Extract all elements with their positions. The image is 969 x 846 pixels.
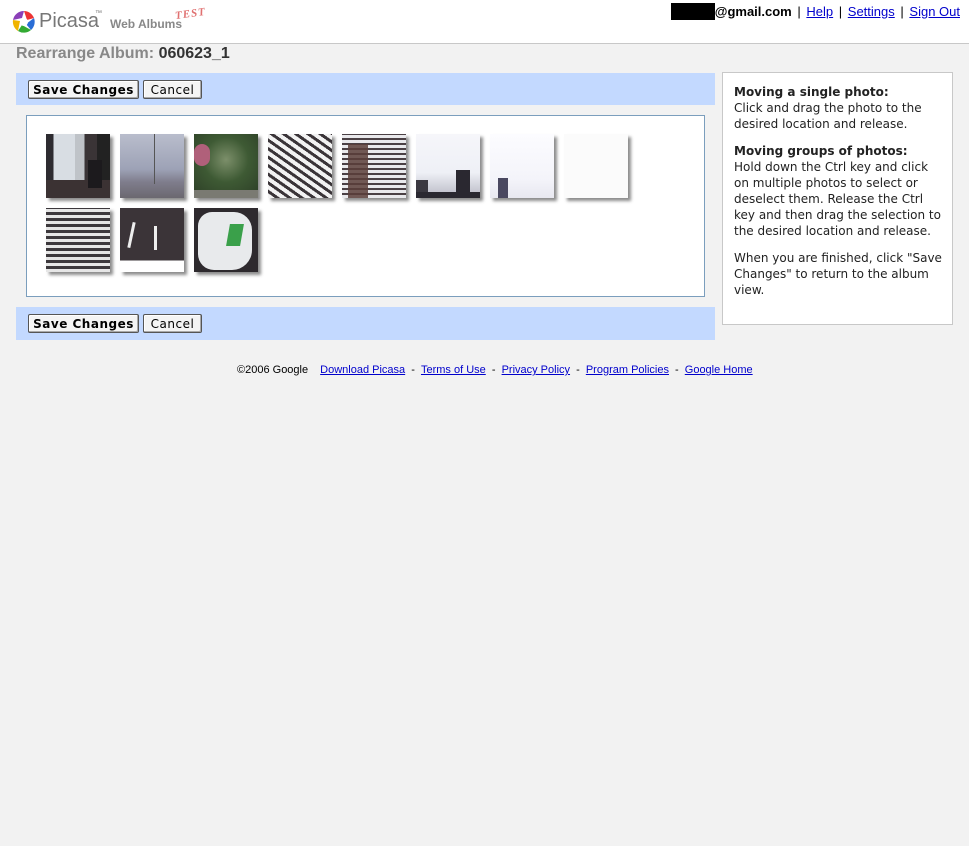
terms-of-use-link[interactable]: Terms of Use [421,364,486,376]
photo-grid [46,134,646,282]
user-links: @gmail.com | Help | Settings | Sign Out [670,3,960,20]
logo-text: Picasa [39,10,100,32]
program-policies-link[interactable]: Program Policies [586,364,669,376]
copyright: ©2006 Google [237,364,309,376]
photo-thumbnail[interactable] [46,208,110,272]
save-changes-button[interactable]: Save Changes [28,80,139,99]
group-photos-heading: Moving groups of photos: [734,144,908,158]
photo-arrangement-area [26,115,705,297]
bottom-toolbar: Save Changes Cancel [16,307,715,340]
save-changes-button[interactable]: Save Changes [28,314,139,333]
page-title-prefix: Rearrange Album: [16,45,155,62]
photo-thumbnail[interactable] [194,208,258,272]
picasa-pinwheel-icon [12,10,35,33]
header-bar: Picasa ™ Web Albums TEST @gmail.com | He… [0,0,969,44]
single-photo-text: Click and drag the photo to the desired … [734,101,922,131]
footer-separator: - [491,364,496,376]
link-separator: | [797,4,801,19]
photo-thumbnail[interactable] [268,134,332,198]
top-toolbar: Save Changes Cancel [16,73,715,105]
user-email: @gmail.com [714,4,792,19]
page-title: Rearrange Album: 060623_1 [16,45,230,63]
photo-thumbnail[interactable] [194,134,258,198]
photo-thumbnail[interactable] [120,134,184,198]
test-badge: TEST [174,5,207,23]
footer-separator: - [576,364,580,376]
sign-out-link[interactable]: Sign Out [909,4,960,19]
photo-thumbnail[interactable] [46,134,110,198]
photo-thumbnail[interactable] [564,134,628,198]
photo-thumbnail[interactable] [416,134,480,198]
single-photo-heading: Moving a single photo: [734,85,889,99]
google-home-link[interactable]: Google Home [685,364,753,376]
link-separator: | [900,4,904,19]
photo-thumbnail[interactable] [490,134,554,198]
redacted-username [670,3,715,20]
rearrange-panel: Save Changes Cancel Save Changes Cancel [16,73,715,340]
download-picasa-link[interactable]: Download Picasa [320,364,405,376]
link-separator: | [838,4,843,19]
settings-link[interactable]: Settings [848,4,895,19]
photo-thumbnail[interactable] [120,208,184,272]
finish-text: When you are finished, click "Save Chang… [734,251,942,297]
photo-thumbnail[interactable] [342,134,406,198]
help-link[interactable]: Help [806,4,833,19]
help-panel: Moving a single photo: Click and drag th… [722,72,953,325]
album-name: 060623_1 [158,45,230,62]
footer: ©2006 Google Download Picasa - Terms of … [237,364,756,376]
footer-separator: - [411,364,415,376]
cancel-button[interactable]: Cancel [143,314,202,333]
footer-separator: - [675,364,679,376]
logo-trademark: ™ [95,10,102,17]
logo-subtitle: Web Albums [110,17,183,31]
privacy-policy-link[interactable]: Privacy Policy [502,364,570,376]
group-photos-text: Hold down the Ctrl key and click on mult… [734,160,941,238]
cancel-button[interactable]: Cancel [143,80,202,99]
